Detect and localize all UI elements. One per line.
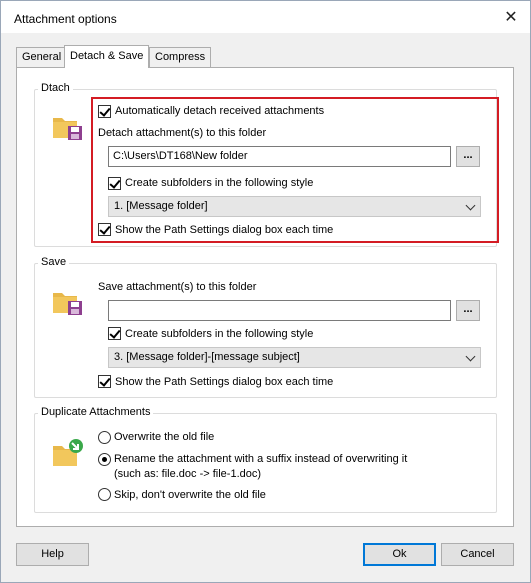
save-folder-input[interactable]: [108, 300, 451, 321]
tab-detach-save-label: Detach & Save: [70, 50, 144, 62]
detach-show-path-label: Show the Path Settings dialog box each t…: [115, 224, 334, 236]
chevron-down-icon: [465, 200, 476, 211]
save-style-value: 3. [Message folder]-[message subject]: [114, 351, 300, 363]
detach-subfolders-checkbox[interactable]: [108, 177, 121, 190]
attachment-options-dialog: Attachment options ✕ General Detach & Sa…: [0, 0, 531, 583]
skip-radio[interactable]: [98, 488, 111, 501]
window-title: Attachment options: [14, 12, 117, 26]
overwrite-radio[interactable]: [98, 431, 111, 444]
save-subfolders-label: Create subfolders in the following style: [125, 328, 314, 340]
detach-folder-input[interactable]: C:\Users\DT168\New folder: [108, 146, 451, 167]
tab-general-label: General: [22, 51, 62, 63]
duplicate-group-label: Duplicate Attachments: [38, 406, 154, 418]
save-style-select[interactable]: 3. [Message folder]-[message subject]: [108, 347, 481, 368]
close-icon[interactable]: ✕: [500, 7, 522, 29]
detach-highlight-box: [91, 97, 499, 243]
chevron-down-icon: [465, 351, 476, 362]
rename-note: (such as: file.doc -> file-1.doc): [114, 468, 262, 480]
skip-label: Skip, don't overwrite the old file: [114, 489, 266, 501]
save-subfolders-checkbox[interactable]: [108, 327, 121, 340]
rename-label: Rename the attachment with a suffix inst…: [114, 453, 408, 465]
help-button[interactable]: Help: [16, 543, 89, 566]
auto-detach-label: Automatically detach received attachment…: [115, 105, 325, 117]
rename-radio[interactable]: [98, 453, 111, 466]
detach-subfolders-label: Create subfolders in the following style: [125, 177, 314, 189]
ok-button[interactable]: Ok: [363, 543, 436, 566]
save-show-path-label: Show the Path Settings dialog box each t…: [115, 376, 334, 388]
tab-compress[interactable]: Compress: [149, 47, 212, 67]
save-browse-button[interactable]: ...: [456, 300, 480, 321]
cancel-button[interactable]: Cancel: [441, 543, 514, 566]
save-group-label: Save: [38, 256, 70, 268]
folder-disk-icon: [53, 118, 82, 140]
tab-compress-label: Compress: [155, 51, 206, 63]
folder-arrow-icon: [53, 439, 83, 466]
tab-detach-save[interactable]: Detach & Save: [64, 45, 150, 68]
save-folder-label: Save attachment(s) to this folder: [98, 281, 257, 293]
detach-browse-button[interactable]: ...: [456, 146, 480, 167]
save-show-path-checkbox[interactable]: [98, 375, 111, 388]
folder-disk-icon: [53, 293, 82, 315]
detach-show-path-checkbox[interactable]: [98, 223, 111, 236]
detach-group-label: Dtach: [38, 82, 73, 94]
detach-folder-label: Detach attachment(s) to this folder: [98, 127, 267, 139]
tab-general[interactable]: General: [16, 47, 68, 67]
detach-style-select[interactable]: 1. [Message folder]: [108, 196, 481, 217]
detach-style-value: 1. [Message folder]: [114, 200, 208, 212]
title-bar: Attachment options ✕: [1, 1, 530, 33]
auto-detach-checkbox[interactable]: [98, 105, 111, 118]
overwrite-label: Overwrite the old file: [114, 431, 215, 443]
